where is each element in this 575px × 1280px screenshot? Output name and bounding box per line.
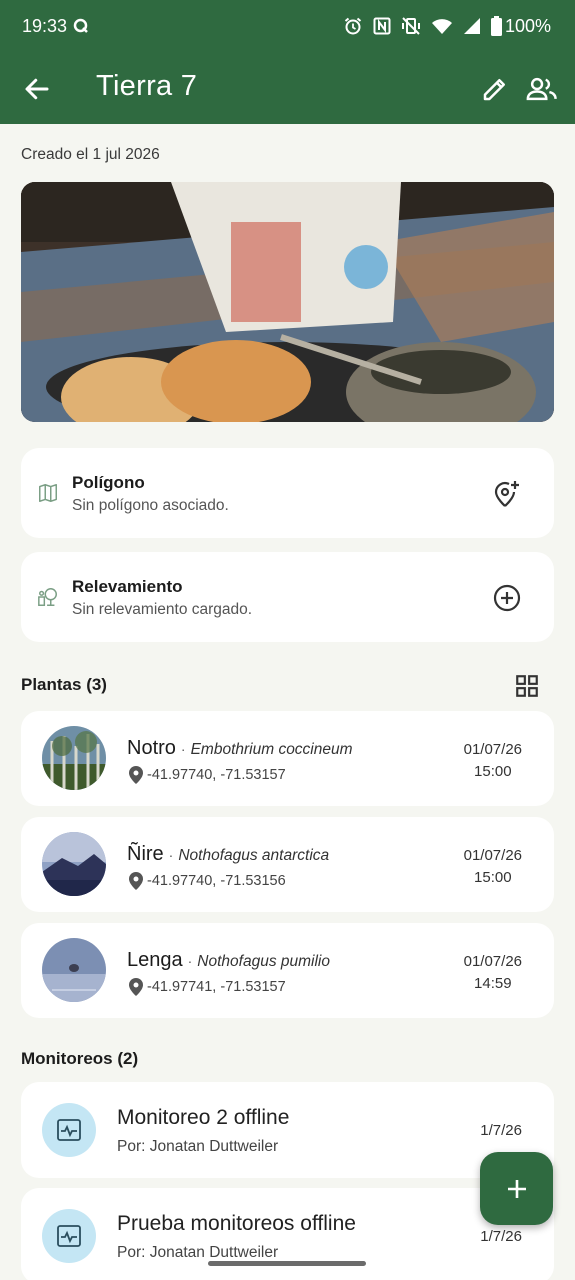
plant-scientific-name: Embothrium coccineum (190, 741, 353, 758)
plant-photo (42, 726, 106, 790)
alarm-icon (344, 17, 362, 35)
separator-dot: · (168, 847, 174, 863)
plant-date: 01/07/26 (463, 953, 522, 970)
plant-coordinates: -41.97741, -71.53157 (147, 979, 286, 995)
add-location-icon[interactable] (491, 478, 523, 510)
monitoring-icon (57, 1119, 81, 1141)
polygon-card[interactable]: Polígono Sin polígono asociado. (21, 448, 554, 538)
survey-title: Relevamiento (72, 577, 183, 596)
location-pin-icon (129, 766, 143, 784)
plant-time: 15:00 (474, 869, 512, 886)
plant-common-name: Lenga (127, 949, 183, 971)
separator-dot: · (180, 741, 186, 757)
vibrate-off-icon (401, 17, 420, 35)
plant-coordinates: -41.97740, -71.53157 (147, 767, 286, 783)
back-arrow-icon[interactable] (22, 74, 52, 104)
app-bar: Tierra 7 (0, 52, 575, 124)
plant-location: -41.97741, -71.53157 (129, 978, 286, 996)
location-pin-icon (129, 978, 143, 996)
separator-dot: · (187, 953, 193, 969)
map-icon (39, 484, 57, 502)
plant-photo (42, 832, 106, 896)
page-title: Tierra 7 (96, 70, 198, 102)
plant-row[interactable]: Lenga · Nothofagus pumilio -41.97741, -71.… (21, 923, 554, 1018)
polygon-subtitle: Sin polígono asociado. (72, 497, 229, 514)
plant-common-name: Ñire (127, 843, 164, 865)
plant-name-line: Notro · Embothrium coccineum (127, 737, 353, 760)
survey-icon (38, 588, 57, 606)
plant-datetime: 01/07/26 15:00 (464, 845, 522, 889)
monitoring-icon-circle (42, 1103, 96, 1157)
battery-level: 100% (504, 15, 551, 36)
monitoring-author: Por: Jonatan Duttweiler (117, 1244, 279, 1261)
monitoring-author: Por: Jonatan Duttweiler (117, 1138, 279, 1155)
monitoring-title: Monitoreo 2 offline (117, 1106, 290, 1129)
add-fab-button[interactable] (480, 1152, 553, 1225)
plant-location: -41.97740, -71.53157 (129, 766, 286, 784)
plant-date: 01/07/26 (463, 741, 522, 758)
monitoring-icon-circle (42, 1209, 96, 1263)
add-icon (507, 1179, 526, 1198)
monitoring-date: 1/7/26 (480, 1122, 522, 1139)
plant-photo (42, 938, 106, 1002)
grid-view-icon[interactable] (514, 673, 540, 699)
edit-icon[interactable] (480, 74, 510, 104)
plant-name-line: Ñire · Nothofagus antarctica (127, 843, 329, 866)
monitoring-date: 1/7/26 (480, 1228, 522, 1245)
survey-subtitle: Sin relevamiento cargado. (72, 601, 253, 618)
battery-icon (490, 16, 502, 36)
people-icon[interactable] (526, 74, 558, 104)
plant-location: -41.97740, -71.53156 (129, 872, 286, 890)
monitoring-header: Monitoreos (2) (21, 1049, 139, 1068)
plant-common-name: Notro (127, 737, 176, 759)
plant-datetime: 01/07/26 15:00 (464, 739, 522, 783)
plant-coordinates: -41.97740, -71.53156 (147, 873, 286, 889)
nfc-icon (373, 17, 391, 35)
plant-time: 14:59 (474, 975, 512, 992)
gesture-nav-bar[interactable] (208, 1261, 366, 1266)
land-photo[interactable] (21, 182, 554, 422)
plant-row[interactable]: Notro · Embothrium coccineum -41.97740, -7… (21, 711, 554, 806)
monitoring-row[interactable]: Monitoreo 2 offline Por: Jonatan Duttwei… (21, 1082, 554, 1178)
location-pin-icon (129, 872, 143, 890)
add-circle-icon[interactable] (491, 582, 523, 614)
wifi-icon (431, 19, 452, 34)
plant-row[interactable]: Ñire · Nothofagus antarctica -41.97740, -7… (21, 817, 554, 912)
survey-card[interactable]: Relevamiento Sin relevamiento cargado. (21, 552, 554, 642)
plant-time: 15:00 (474, 763, 512, 780)
polygon-title: Polígono (72, 473, 145, 492)
plant-date: 01/07/26 (463, 847, 522, 864)
status-bar: 19:33 100% (0, 0, 575, 52)
plant-scientific-name: Nothofagus antarctica (178, 847, 330, 864)
status-time: 19:33 (22, 15, 68, 36)
app-notification-icon (73, 18, 88, 33)
created-date: Creado el 1 jul 2026 (21, 146, 160, 163)
plant-name-line: Lenga · Nothofagus pumilio (127, 949, 330, 972)
monitoring-row[interactable]: Prueba monitoreos offline Por: Jonatan D… (21, 1188, 554, 1280)
signal-icon (463, 18, 480, 34)
plant-scientific-name: Nothofagus pumilio (197, 953, 330, 970)
monitoring-icon (57, 1225, 81, 1247)
plant-datetime: 01/07/26 14:59 (464, 951, 522, 995)
monitoring-title: Prueba monitoreos offline (117, 1212, 356, 1235)
plants-header: Plantas (3) (21, 675, 107, 694)
